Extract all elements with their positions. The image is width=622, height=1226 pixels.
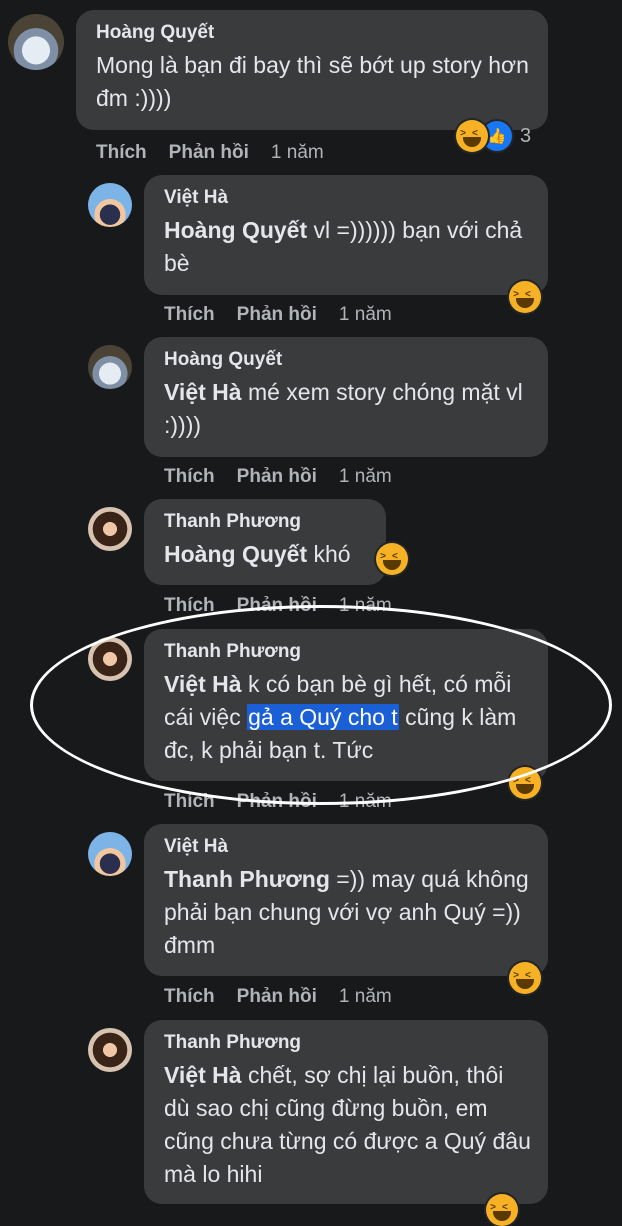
- reaction-summary[interactable]: ><: [509, 767, 541, 799]
- haha-reaction-icon: ><: [486, 1194, 518, 1226]
- haha-reaction-icon: ><: [509, 962, 541, 994]
- timestamp[interactable]: 1 năm: [339, 595, 392, 616]
- comment-actions: Thích Phản hồi 1 năm: [96, 142, 346, 164]
- comment-author[interactable]: Thanh Phương: [164, 640, 532, 664]
- avatar[interactable]: [88, 637, 132, 681]
- comment-bubble: Thanh Phương Việt Hà chết, sợ chị lại bu…: [144, 1020, 548, 1204]
- comment-bubble: Việt Hà Hoàng Quyết vl =)))))) bạn với c…: [144, 175, 548, 295]
- reply-button[interactable]: Phản hồi: [237, 466, 317, 487]
- comment-author[interactable]: Hoàng Quyết: [164, 348, 532, 372]
- reaction-summary[interactable]: ><: [509, 281, 541, 313]
- reply-button[interactable]: Phản hồi: [237, 304, 317, 325]
- like-button[interactable]: Thích: [164, 595, 215, 616]
- reaction-count: 3: [520, 124, 532, 147]
- mention-link[interactable]: Hoàng Quyết: [164, 217, 307, 243]
- like-button[interactable]: Thích: [96, 142, 147, 163]
- reaction-summary[interactable]: ><: [509, 962, 541, 994]
- reply-button[interactable]: Phản hồi: [169, 142, 249, 163]
- mention-link[interactable]: Việt Hà: [164, 1062, 242, 1088]
- timestamp[interactable]: 1 năm: [339, 791, 392, 812]
- comment-author[interactable]: Việt Hà: [164, 186, 532, 210]
- like-button[interactable]: Thích: [164, 304, 215, 325]
- haha-reaction-icon: ><: [456, 120, 488, 152]
- comment-author[interactable]: Hoàng Quyết: [96, 21, 532, 45]
- avatar[interactable]: [88, 507, 132, 551]
- mention-link[interactable]: Thanh Phương: [164, 866, 330, 892]
- like-button[interactable]: Thích: [164, 791, 215, 812]
- reaction-summary[interactable]: ><: [376, 543, 408, 575]
- reply-button[interactable]: Phản hồi: [237, 791, 317, 812]
- like-button[interactable]: Thích: [164, 986, 215, 1007]
- comment-bubble: Hoàng Quyết Việt Hà mé xem story chóng m…: [144, 337, 548, 457]
- comment-text: khó: [307, 541, 351, 567]
- reaction-summary[interactable]: ><: [486, 1194, 518, 1226]
- selected-text: gả a Quý cho t: [247, 704, 399, 730]
- timestamp[interactable]: 1 năm: [339, 986, 392, 1007]
- haha-reaction-icon: ><: [376, 543, 408, 575]
- timestamp[interactable]: 1 năm: [339, 466, 392, 487]
- comment-author[interactable]: Việt Hà: [164, 835, 532, 859]
- comment-actions: Thích Phản hồi 1 năm: [164, 986, 414, 1008]
- comment-bubble: Thanh Phương Việt Hà k có bạn bè gì hết,…: [144, 629, 548, 781]
- reply-button[interactable]: Phản hồi: [237, 595, 317, 616]
- mention-link[interactable]: Hoàng Quyết: [164, 541, 307, 567]
- timestamp[interactable]: 1 năm: [339, 304, 392, 325]
- haha-reaction-icon: ><: [509, 767, 541, 799]
- comment-bubble: Thanh Phương Hoàng Quyết khó: [144, 499, 386, 585]
- avatar[interactable]: [88, 1028, 132, 1072]
- avatar[interactable]: [88, 183, 132, 227]
- comment-author[interactable]: Thanh Phương: [164, 510, 370, 534]
- comment-actions: Thích Phản hồi 1 năm: [164, 595, 414, 617]
- reaction-summary[interactable]: >< 👍 3: [456, 120, 531, 152]
- avatar[interactable]: [88, 345, 132, 389]
- mention-link[interactable]: Việt Hà: [164, 379, 242, 405]
- comment-author[interactable]: Thanh Phương: [164, 1031, 532, 1055]
- reply-button[interactable]: Phản hồi: [237, 986, 317, 1007]
- comment-text: Mong là bạn đi bay thì sẽ bớt up story h…: [96, 52, 529, 111]
- comment-actions: Thích Phản hồi 1 năm: [164, 791, 414, 813]
- comment-bubble: Việt Hà Thanh Phương =)) may quá không p…: [144, 824, 548, 976]
- timestamp[interactable]: 1 năm: [271, 142, 324, 163]
- like-button[interactable]: Thích: [164, 466, 215, 487]
- mention-link[interactable]: Việt Hà: [164, 671, 242, 697]
- comment-bubble: Hoàng Quyết Mong là bạn đi bay thì sẽ bớ…: [76, 10, 548, 130]
- comment-actions: Thích Phản hồi 1 năm: [164, 466, 414, 488]
- avatar[interactable]: [88, 832, 132, 876]
- avatar[interactable]: [8, 14, 64, 70]
- haha-reaction-icon: ><: [509, 281, 541, 313]
- comment-actions: Thích Phản hồi 1 năm: [164, 304, 414, 326]
